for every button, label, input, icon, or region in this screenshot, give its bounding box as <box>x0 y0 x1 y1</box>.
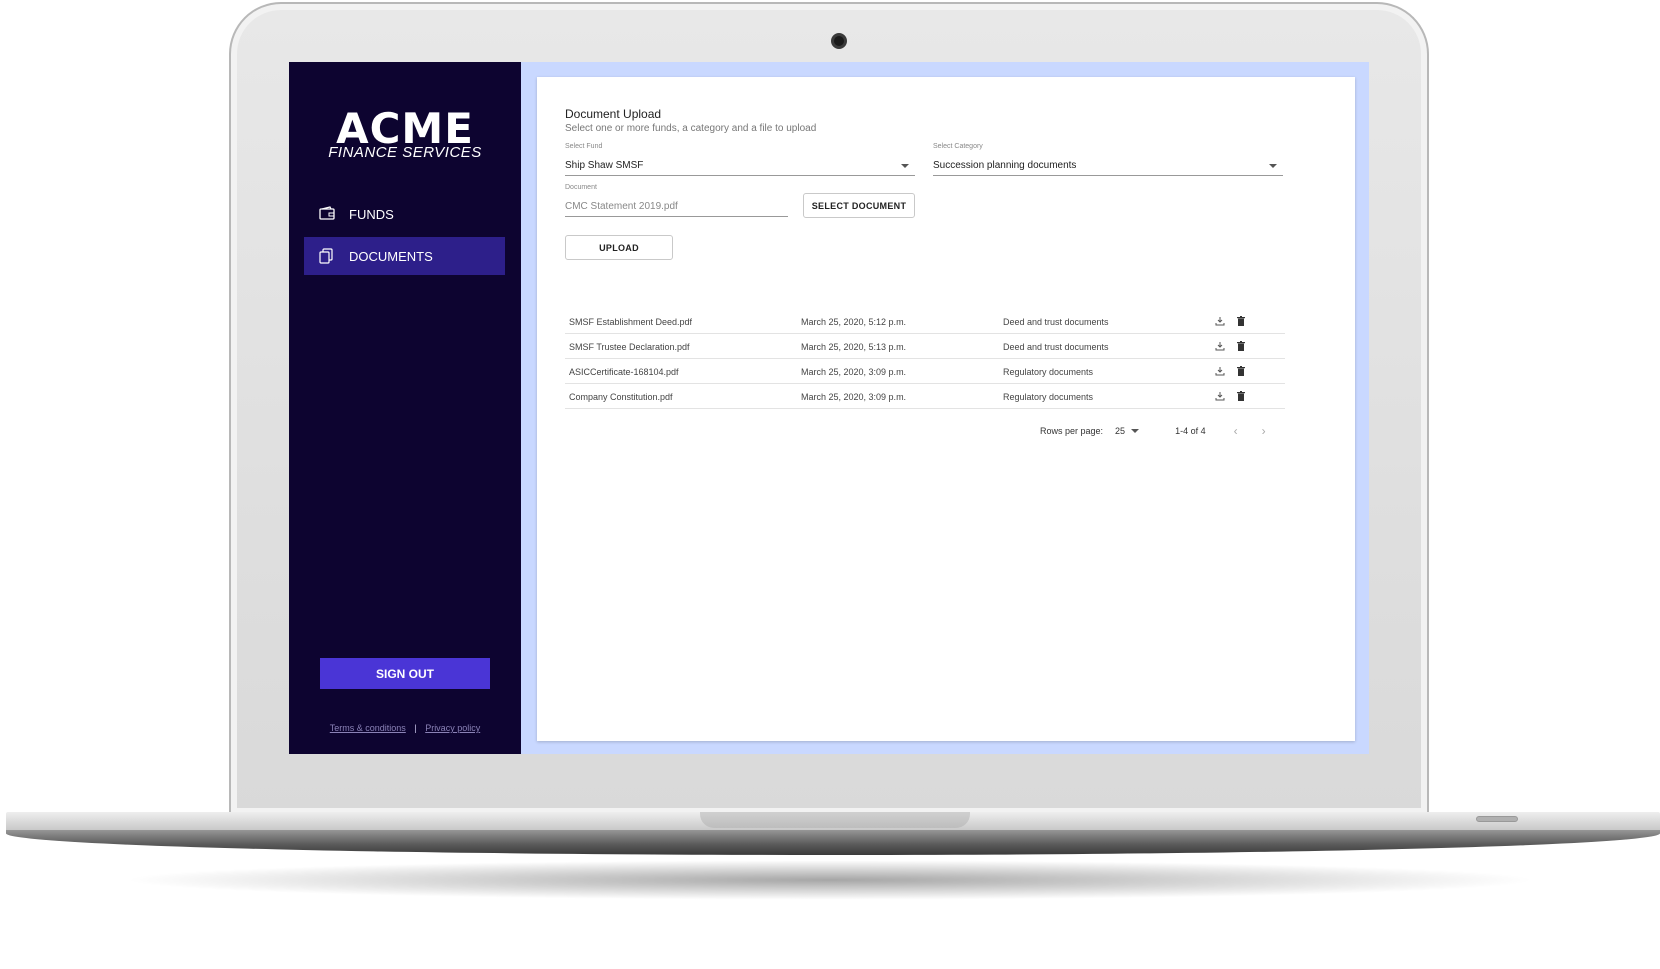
document-field-label: Document <box>565 184 597 191</box>
table-row: SMSF Trustee Declaration.pdf March 25, 2… <box>565 334 1285 359</box>
trash-icon[interactable] <box>1237 316 1245 326</box>
doc-name: ASICCertificate-168104.pdf <box>569 367 679 377</box>
laptop-base-bottom <box>6 829 1660 855</box>
chevron-down-icon <box>901 163 909 168</box>
fund-select[interactable]: Select Fund Ship Shaw SMSF <box>565 143 915 176</box>
fund-select-label: Select Fund <box>565 143 603 150</box>
status-led <box>1476 816 1518 822</box>
category-select[interactable]: Select Category Succession planning docu… <box>933 143 1283 176</box>
category-select-box[interactable]: Succession planning documents <box>933 156 1283 176</box>
download-icon[interactable] <box>1215 366 1225 376</box>
doc-date: March 25, 2020, 5:13 p.m. <box>801 342 907 352</box>
fund-select-value: Ship Shaw SMSF <box>565 160 644 171</box>
sidebar-item-label: DOCUMENTS <box>349 248 433 264</box>
page-range: 1-4 of 4 <box>1175 426 1206 436</box>
footer-links: Terms & conditions | Privacy policy <box>289 723 521 733</box>
next-page-icon[interactable]: › <box>1262 424 1266 438</box>
documents-icon <box>319 248 335 264</box>
sidebar-item-label: FUNDS <box>349 206 394 222</box>
rows-per-page-select[interactable]: 25 <box>1115 426 1145 436</box>
sidebar-item-funds[interactable]: FUNDS <box>304 195 505 233</box>
pagination: Rows per page: 25 1-4 of 4 ‹ › <box>1040 424 1290 438</box>
terms-link[interactable]: Terms & conditions <box>330 723 406 733</box>
rows-per-page-label: Rows per page: <box>1040 426 1104 436</box>
document-upload-panel: Document Upload Select one or more funds… <box>537 77 1355 741</box>
download-icon[interactable] <box>1215 391 1225 401</box>
download-icon[interactable] <box>1215 316 1225 326</box>
sidebar: ACME FINANCE SERVICES FUNDS DOCUMENTS SI… <box>289 62 521 754</box>
doc-category: Regulatory documents <box>1003 367 1094 377</box>
trash-icon[interactable] <box>1237 391 1245 401</box>
doc-category: Deed and trust documents <box>1003 342 1109 352</box>
sidebar-item-documents[interactable]: DOCUMENTS <box>304 237 505 275</box>
select-document-button[interactable]: SELECT DOCUMENT <box>803 193 915 218</box>
doc-date: March 25, 2020, 3:09 p.m. <box>801 367 907 377</box>
wallet-icon <box>319 206 335 222</box>
category-select-label: Select Category <box>933 143 983 150</box>
documents-table: SMSF Establishment Deed.pdf March 25, 20… <box>565 309 1285 409</box>
rows-per-page-value: 25 <box>1115 426 1126 436</box>
brand-tagline: FINANCE SERVICES <box>328 144 482 161</box>
page-title: Document Upload <box>565 107 662 121</box>
chevron-down-icon <box>1269 163 1277 168</box>
doc-date: March 25, 2020, 5:12 p.m. <box>801 317 907 327</box>
trash-icon[interactable] <box>1237 341 1245 351</box>
laptop-notch <box>700 812 970 828</box>
chevron-down-icon <box>1131 429 1140 433</box>
previous-page-icon[interactable]: ‹ <box>1234 424 1238 438</box>
doc-name: SMSF Establishment Deed.pdf <box>569 317 693 327</box>
doc-category: Regulatory documents <box>1003 392 1094 402</box>
table-row: Company Constitution.pdf March 25, 2020,… <box>565 384 1285 409</box>
laptop-mockup: ACME FINANCE SERVICES FUNDS DOCUMENTS SI… <box>0 0 1660 969</box>
document-field-value: CMC Statement 2019.pdf <box>565 201 678 212</box>
category-select-value: Succession planning documents <box>933 160 1077 171</box>
upload-button[interactable]: UPLOAD <box>565 235 673 260</box>
privacy-link[interactable]: Privacy policy <box>425 723 480 733</box>
table-row: SMSF Establishment Deed.pdf March 25, 20… <box>565 309 1285 334</box>
doc-category: Deed and trust documents <box>1003 317 1109 327</box>
screen: ACME FINANCE SERVICES FUNDS DOCUMENTS SI… <box>289 62 1369 754</box>
fund-select-box[interactable]: Ship Shaw SMSF <box>565 156 915 176</box>
laptop-shadow <box>120 860 1540 900</box>
doc-name: SMSF Trustee Declaration.pdf <box>569 342 690 352</box>
document-field[interactable]: Document CMC Statement 2019.pdf <box>565 184 788 217</box>
footer-separator: | <box>414 723 417 733</box>
table-row: ASICCertificate-168104.pdf March 25, 202… <box>565 359 1285 384</box>
trash-icon[interactable] <box>1237 366 1245 376</box>
page-subtitle: Select one or more funds, a category and… <box>565 123 817 134</box>
sign-out-button[interactable]: SIGN OUT <box>320 658 490 689</box>
document-field-box[interactable]: CMC Statement 2019.pdf <box>565 197 788 217</box>
download-icon[interactable] <box>1215 341 1225 351</box>
doc-date: March 25, 2020, 3:09 p.m. <box>801 392 907 402</box>
doc-name: Company Constitution.pdf <box>569 392 673 402</box>
webcam <box>831 33 847 49</box>
